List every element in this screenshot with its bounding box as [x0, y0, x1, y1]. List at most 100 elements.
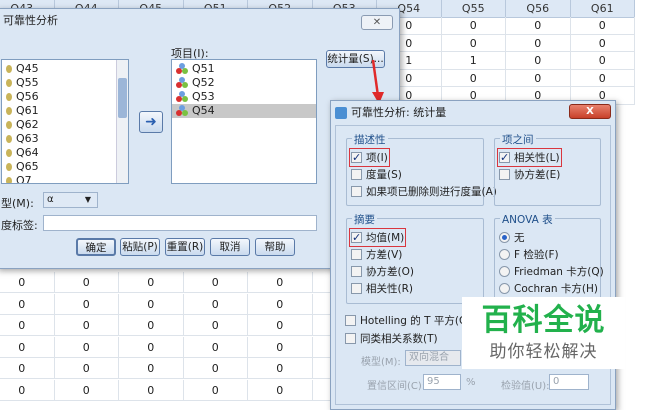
grid-cell[interactable]: 0: [570, 69, 635, 87]
grid-cell[interactable]: 0: [506, 69, 571, 87]
model-label: 模型(M):: [361, 357, 401, 368]
checkbox-summaries-2[interactable]: 协方差(O): [351, 264, 414, 279]
grid-cell[interactable]: 0: [119, 293, 184, 315]
source-list-item[interactable]: Q7: [2, 174, 128, 183]
grid-cell[interactable]: 0: [183, 315, 248, 336]
test-value-input[interactable]: 0: [549, 374, 589, 390]
source-list-item[interactable]: Q63: [2, 132, 128, 146]
source-list-item[interactable]: Q55: [2, 76, 128, 90]
grid-cell[interactable]: 0: [183, 379, 248, 401]
items-list[interactable]: Q51 Q52 Q53 Q54: [171, 59, 317, 184]
items-list-item[interactable]: Q52: [172, 76, 316, 90]
grid-cell[interactable]: 0: [0, 358, 55, 379]
source-list-item[interactable]: Q64: [2, 146, 128, 160]
scrollbar[interactable]: [116, 60, 128, 183]
grid-cell[interactable]: 0: [506, 52, 571, 70]
anova-group: ANOVA 表无F 检验(F) Friedman 卡方(Q) Cochran 卡方(…: [494, 212, 604, 304]
icc-checkbox[interactable]: 同类相关系数(T): [345, 331, 438, 346]
checkbox-inter_item-0[interactable]: ✓ 相关性(L): [497, 148, 562, 167]
grid-cell[interactable]: 0: [248, 315, 313, 336]
reset-button[interactable]: 重置(R): [165, 238, 205, 256]
source-list-item[interactable]: Q65: [2, 160, 128, 174]
grid-cell[interactable]: 0: [248, 358, 313, 379]
radio-anova-1[interactable]: F 检验(F): [499, 247, 559, 262]
grid-cell[interactable]: 0: [248, 272, 313, 293]
grid-cell[interactable]: 0: [0, 336, 55, 358]
grid-cell[interactable]: 1: [441, 52, 506, 70]
grid-cell[interactable]: 0: [183, 358, 248, 379]
grid-cell[interactable]: 0: [248, 379, 313, 401]
grid-cell[interactable]: 0: [570, 52, 635, 70]
paste-button[interactable]: 粘贴(P): [120, 238, 160, 256]
items-list-item[interactable]: Q54: [172, 104, 316, 118]
close-button[interactable]: X: [569, 104, 611, 119]
radio-anova-2[interactable]: Friedman 卡方(Q): [499, 264, 604, 279]
checkbox-summaries-0[interactable]: ✓ 均值(M): [348, 228, 407, 247]
source-list-item[interactable]: Q62: [2, 118, 128, 132]
checkbox-summaries-3[interactable]: 相关性(R): [351, 281, 413, 296]
column-header[interactable]: Q56: [506, 0, 571, 18]
hotelling-checkbox[interactable]: Hotelling 的 T 平方(G): [345, 313, 471, 328]
grid-cell[interactable]: 0: [54, 293, 119, 315]
dialog-title: 可靠性分析: 统计量: [351, 106, 447, 119]
checkbox-descriptives-0[interactable]: ✓ 项(I): [349, 148, 390, 167]
column-header[interactable]: Q61: [570, 0, 635, 18]
grid-cell[interactable]: 0: [0, 379, 55, 401]
ok-button[interactable]: 确定: [76, 238, 116, 256]
model-dropdown[interactable]: α ▼: [43, 192, 98, 208]
source-list-item[interactable]: Q61: [2, 104, 128, 118]
grid-cell[interactable]: 0: [54, 315, 119, 336]
grid-cell[interactable]: 0: [0, 315, 55, 336]
radio-anova-0[interactable]: 无: [499, 230, 525, 245]
checkbox-icon: ✓: [499, 151, 510, 164]
scale-variable-icon: [176, 77, 188, 89]
grid-cell[interactable]: 0: [54, 272, 119, 293]
checkbox-descriptives-2[interactable]: 如果项已删除则进行度量(A): [351, 184, 497, 199]
help-button[interactable]: 帮助: [255, 238, 295, 256]
scale-label-input[interactable]: [43, 215, 317, 231]
source-variable-list[interactable]: Q45 Q55 Q56 Q61 Q62 Q63 Q64 Q65 Q7: [1, 59, 129, 184]
checkbox-descriptives-1[interactable]: 度量(S): [351, 167, 402, 182]
grid-cell[interactable]: 0: [119, 272, 184, 293]
grid-cell[interactable]: 0: [54, 336, 119, 358]
radio-anova-3[interactable]: Cochran 卡方(H): [499, 281, 598, 296]
checkbox-summaries-1[interactable]: 方差(V): [351, 247, 402, 262]
grid-cell[interactable]: 0: [119, 358, 184, 379]
checkbox-icon: [351, 283, 362, 294]
checkbox-icon: [499, 169, 510, 180]
ci-input[interactable]: 95: [423, 374, 461, 390]
grid-cell[interactable]: 0: [0, 293, 55, 315]
grid-cell[interactable]: 0: [506, 17, 571, 35]
source-list-item[interactable]: Q45: [2, 62, 128, 76]
scale-label-label: 度标签:: [1, 219, 38, 232]
grid-cell[interactable]: 0: [0, 272, 55, 293]
grid-cell[interactable]: 0: [183, 272, 248, 293]
ci-label: 置信区间(C):: [367, 381, 426, 392]
checkbox-icon: ✓: [351, 231, 362, 244]
move-left-button[interactable]: ➜: [139, 111, 163, 133]
grid-cell[interactable]: 0: [119, 379, 184, 401]
grid-cell[interactable]: 0: [570, 17, 635, 35]
grid-cell[interactable]: 0: [119, 315, 184, 336]
icc-model-dropdown[interactable]: 双向混合: [405, 350, 461, 366]
grid-cell[interactable]: 0: [248, 336, 313, 358]
grid-cell[interactable]: 0: [54, 379, 119, 401]
grid-cell[interactable]: 0: [441, 34, 506, 52]
checkbox-icon: [351, 266, 362, 277]
grid-cell[interactable]: 0: [183, 293, 248, 315]
grid-cell[interactable]: 0: [441, 17, 506, 35]
grid-cell[interactable]: 0: [183, 336, 248, 358]
grid-cell[interactable]: 0: [119, 336, 184, 358]
grid-cell[interactable]: 0: [441, 69, 506, 87]
column-header[interactable]: Q55: [441, 0, 506, 18]
checkbox-inter_item-1[interactable]: 协方差(E): [499, 167, 560, 182]
close-button[interactable]: ✕: [361, 15, 393, 30]
items-list-item[interactable]: Q53: [172, 90, 316, 104]
items-list-item[interactable]: Q51: [172, 62, 316, 76]
grid-cell[interactable]: 0: [506, 34, 571, 52]
cancel-button[interactable]: 取消: [210, 238, 250, 256]
grid-cell[interactable]: 0: [570, 34, 635, 52]
source-list-item[interactable]: Q56: [2, 90, 128, 104]
grid-cell[interactable]: 0: [54, 358, 119, 379]
grid-cell[interactable]: 0: [248, 293, 313, 315]
